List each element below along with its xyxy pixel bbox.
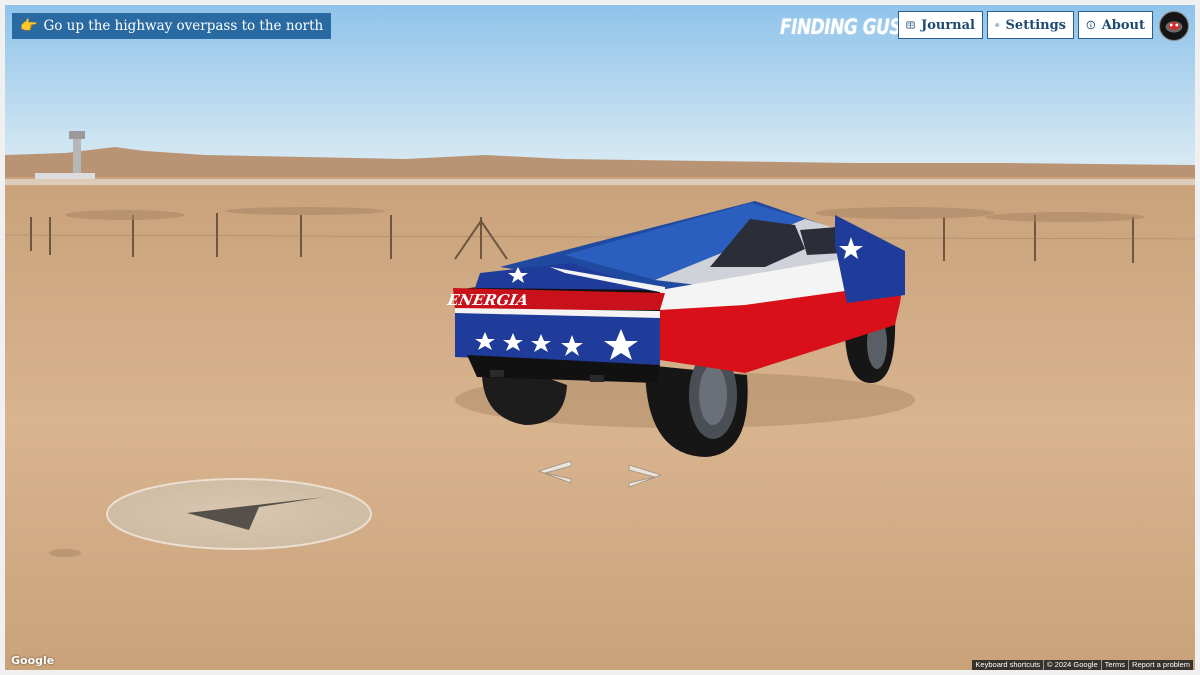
keyboard-shortcuts-link[interactable]: Keyboard shortcuts [972,660,1044,670]
copyright-text: © 2024 Google [1043,660,1101,670]
map-attribution: Keyboard shortcuts © 2024 Google Terms R… [972,660,1193,670]
about-button[interactable]: About [1078,11,1153,39]
journal-button[interactable]: Journal [898,11,983,39]
settings-label: Settings [1005,17,1066,33]
player-avatar[interactable] [1159,11,1189,41]
avatar-image [1160,12,1188,40]
street-view-scene[interactable]: ENERGIA [5,5,1195,670]
vehicle-livery-text: ENERGIA [445,291,530,309]
report-problem-link[interactable]: Report a problem [1128,660,1193,670]
navigation-disc[interactable] [106,478,372,550]
street-view-frame[interactable]: ENERGIA 👉 Go up the highway overpass to … [5,5,1195,670]
about-label: About [1101,17,1145,33]
gear-icon [995,22,1000,28]
settings-button[interactable]: Settings [987,11,1074,39]
pointing-hand-icon: 👉 [20,18,38,34]
objective-text: Go up the highway overpass to the north [43,18,324,34]
info-icon [1086,20,1096,30]
distant-road [5,179,1195,185]
journal-icon [906,21,915,29]
terms-link[interactable]: Terms [1100,660,1129,670]
journal-label: Journal [921,17,975,33]
objective-hint: 👉 Go up the highway overpass to the nort… [12,13,332,39]
google-logo[interactable]: Google [11,654,54,667]
